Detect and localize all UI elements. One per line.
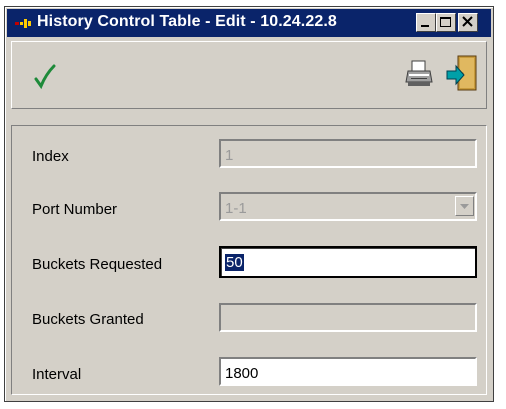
exit-door-icon[interactable] (446, 54, 480, 94)
chevron-down-icon (460, 204, 469, 209)
maximize-icon (440, 17, 451, 27)
index-field: 1 (219, 139, 477, 168)
port-number-value: 1-1 (225, 200, 247, 217)
buckets-requested-value: 50 (225, 254, 244, 271)
interval-label: Interval (32, 366, 82, 383)
title-bar[interactable]: History Control Table - Edit - 10.24.22.… (7, 9, 491, 37)
close-button[interactable] (458, 13, 478, 32)
app-icon (15, 19, 31, 28)
port-number-label: Port Number (32, 201, 118, 218)
index-label: Index (32, 148, 69, 165)
minimize-button[interactable] (416, 13, 436, 32)
dropdown-button[interactable] (455, 196, 474, 216)
buckets-granted-field (219, 303, 477, 332)
port-number-select[interactable]: 1-1 (219, 192, 477, 221)
checkmark-icon[interactable] (34, 64, 56, 90)
history-control-window: History Control Table - Edit - 10.24.22.… (4, 6, 494, 402)
buckets-requested-label: Buckets Requested (32, 256, 163, 273)
buckets-granted-label: Buckets Granted (32, 311, 144, 328)
toolbar (11, 41, 487, 109)
minimize-icon (421, 25, 429, 27)
interval-input[interactable]: 1800 (219, 357, 477, 386)
maximize-button[interactable] (436, 13, 456, 32)
buckets-requested-input[interactable]: 50 (219, 246, 477, 278)
window-title: History Control Table - Edit - 10.24.22.… (37, 13, 337, 30)
close-icon (462, 16, 473, 27)
printer-icon[interactable] (405, 60, 433, 90)
form-panel: Index 1 Port Number 1-1 Buckets Requeste… (11, 125, 487, 395)
